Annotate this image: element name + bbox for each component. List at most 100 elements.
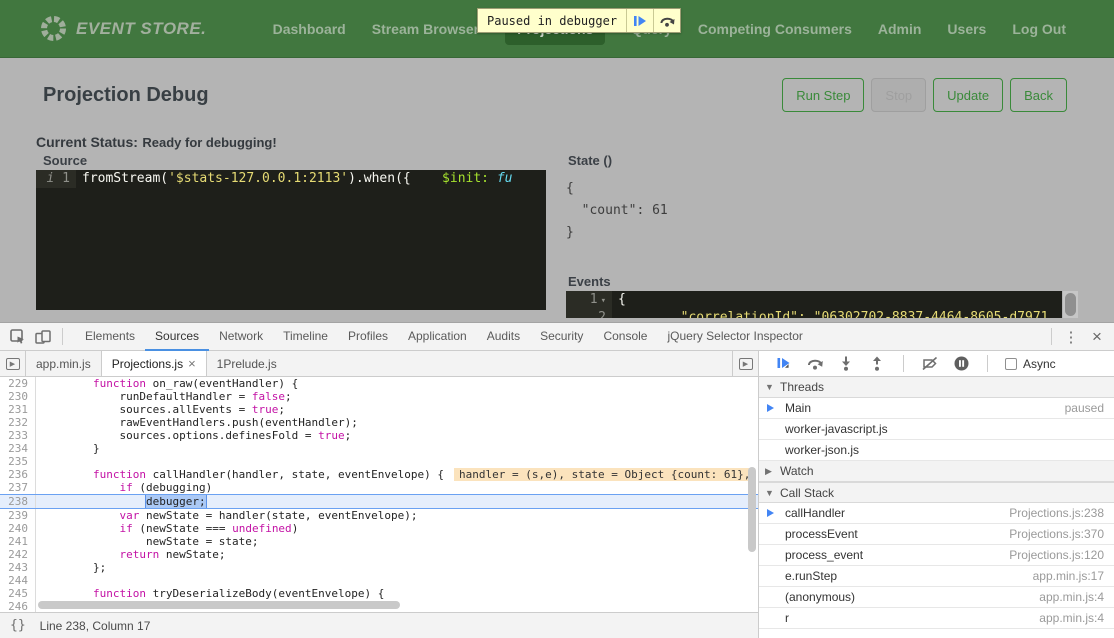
tab-timeline[interactable]: Timeline: [273, 323, 338, 351]
line-number[interactable]: 232: [0, 416, 36, 429]
events-scrollbar-thumb[interactable]: [1065, 293, 1076, 316]
line-number[interactable]: 240: [0, 522, 36, 535]
line-number[interactable]: 233: [0, 429, 36, 442]
step-over-button[interactable]: [804, 354, 826, 374]
stack-frame[interactable]: [759, 629, 1114, 638]
line-number[interactable]: 241: [0, 535, 36, 548]
fold-arrow-icon[interactable]: ▾: [601, 296, 606, 306]
event-store-logo[interactable]: EVENT STORE.: [40, 15, 206, 42]
nav-item-competing-consumers[interactable]: Competing Consumers: [698, 13, 852, 45]
line-number[interactable]: 239: [0, 509, 36, 522]
thread-row-worker-json-js[interactable]: worker-json.js: [759, 440, 1114, 461]
line-number[interactable]: 246: [0, 600, 36, 612]
stack-frame-e-runstep[interactable]: e.runStepapp.min.js:17: [759, 566, 1114, 587]
nav-item-admin[interactable]: Admin: [878, 13, 922, 45]
code-line-239[interactable]: 239 var newState = handler(state, eventE…: [0, 509, 758, 522]
code-line-232[interactable]: 232 rawEventHandlers.push(eventHandler);: [0, 416, 758, 429]
step-into-button[interactable]: [835, 354, 857, 374]
code-line-233[interactable]: 233 sources.options.definesFold = true;: [0, 429, 758, 442]
tab-jquery-selector-inspector[interactable]: jQuery Selector Inspector: [657, 323, 812, 351]
devtools-tabs: ElementsSourcesNetworkTimelineProfilesAp…: [75, 323, 813, 351]
stack-frame-callhandler[interactable]: callHandlerProjections.js:238: [759, 503, 1114, 524]
nav-item-dashboard[interactable]: Dashboard: [273, 13, 346, 45]
tab-application[interactable]: Application: [398, 323, 477, 351]
step-out-button[interactable]: [866, 354, 888, 374]
banner-resume-button[interactable]: [626, 9, 653, 32]
source-code-editor[interactable]: i 1 fromStream('$stats-127.0.0.1:2113').…: [36, 170, 546, 310]
stack-frame-process-event[interactable]: process_eventProjections.js:120: [759, 545, 1114, 566]
code-line-240[interactable]: 240 if (newState === undefined): [0, 522, 758, 535]
threads-section-header[interactable]: ▼ Threads: [759, 377, 1114, 398]
line-number[interactable]: 242: [0, 548, 36, 561]
line-number[interactable]: 243: [0, 561, 36, 574]
code-vertical-scrollbar[interactable]: [748, 467, 756, 552]
code-horizontal-scrollbar[interactable]: [38, 601, 400, 609]
nav-item-users[interactable]: Users: [947, 13, 986, 45]
banner-step-over-button[interactable]: [653, 9, 680, 32]
pause-on-exceptions-button[interactable]: [950, 354, 972, 374]
back-button[interactable]: Back: [1010, 78, 1067, 112]
tab-security[interactable]: Security: [530, 323, 593, 351]
file-tab-app-min-js[interactable]: app.min.js: [26, 351, 101, 376]
device-toolbar-button[interactable]: [30, 325, 56, 349]
devtools-close-icon[interactable]: ×: [1084, 325, 1110, 349]
events-scrollbar[interactable]: [1063, 291, 1078, 318]
tab-sources[interactable]: Sources: [145, 323, 209, 351]
inspect-element-button[interactable]: [4, 325, 30, 349]
events-gutter-line1: 1▾: [566, 291, 612, 309]
file-tab-1prelude-js[interactable]: 1Prelude.js: [207, 351, 287, 376]
stack-frame-processevent[interactable]: processEventProjections.js:370: [759, 524, 1114, 545]
code-line-236[interactable]: 236 function callHandler(handler, state,…: [0, 468, 758, 481]
code-line-230[interactable]: 230 runDefaultHandler = false;: [0, 390, 758, 403]
line-number[interactable]: 234: [0, 442, 36, 455]
stack-frame-anonymous[interactable]: (anonymous)app.min.js:4: [759, 587, 1114, 608]
code-line-242[interactable]: 242 return newState;: [0, 548, 758, 561]
thread-row-main[interactable]: Mainpaused: [759, 398, 1114, 419]
run-step-button[interactable]: Run Step: [782, 78, 864, 112]
code-line-234[interactable]: 234 }: [0, 442, 758, 455]
nav-item-log-out[interactable]: Log Out: [1012, 13, 1066, 45]
code-editor[interactable]: 229 function on_raw(eventHandler) {230 r…: [0, 377, 758, 612]
line-number[interactable]: 231: [0, 403, 36, 416]
file-tab-projections-js[interactable]: Projections.js×: [101, 351, 207, 376]
line-number[interactable]: 237: [0, 481, 36, 494]
code-line-237[interactable]: 237 if (debugging): [0, 481, 758, 494]
code-line-235[interactable]: 235: [0, 455, 758, 468]
deactivate-breakpoints-button[interactable]: [919, 354, 941, 374]
thread-row-worker-javascript-js[interactable]: worker-javascript.js: [759, 419, 1114, 440]
line-number[interactable]: 244: [0, 574, 36, 587]
navigator-toggle-button[interactable]: ▶: [0, 351, 26, 376]
code-text: };: [36, 561, 758, 574]
code-line-245[interactable]: 245 function tryDeserializeBody(eventEnv…: [0, 587, 758, 600]
line-number[interactable]: 238: [0, 495, 36, 508]
pretty-print-button[interactable]: {}: [10, 618, 26, 633]
line-number[interactable]: 235: [0, 455, 36, 468]
code-line-241[interactable]: 241 newState = state;: [0, 535, 758, 548]
tab-elements[interactable]: Elements: [75, 323, 145, 351]
line-number[interactable]: 236: [0, 468, 36, 481]
line-number[interactable]: 229: [0, 377, 36, 390]
close-file-icon[interactable]: ×: [188, 356, 196, 371]
watch-section-header[interactable]: ▶ Watch: [759, 461, 1114, 482]
stack-frame-r[interactable]: rapp.min.js:4: [759, 608, 1114, 629]
callstack-section-header[interactable]: ▼ Call Stack: [759, 482, 1114, 503]
tab-console[interactable]: Console: [593, 323, 657, 351]
events-editor[interactable]: 1▾ { 2 "correlationId": "06302702-8837-4…: [566, 291, 1062, 318]
nav-item-stream-browser[interactable]: Stream Browser: [372, 13, 479, 45]
async-toggle[interactable]: Async: [1005, 357, 1056, 371]
code-line-231[interactable]: 231 sources.allEvents = true;: [0, 403, 758, 416]
async-checkbox[interactable]: [1005, 358, 1017, 370]
code-line-238[interactable]: 238 debugger;: [0, 494, 758, 509]
tab-profiles[interactable]: Profiles: [338, 323, 398, 351]
tab-network[interactable]: Network: [209, 323, 273, 351]
update-button[interactable]: Update: [933, 78, 1003, 112]
line-number[interactable]: 245: [0, 587, 36, 600]
debugger-pane-toggle-button[interactable]: ▶: [732, 351, 758, 376]
code-line-229[interactable]: 229 function on_raw(eventHandler) {: [0, 377, 758, 390]
code-line-243[interactable]: 243 };: [0, 561, 758, 574]
line-number[interactable]: 230: [0, 390, 36, 403]
code-line-244[interactable]: 244: [0, 574, 758, 587]
tab-audits[interactable]: Audits: [477, 323, 530, 351]
devtools-menu-icon[interactable]: ⋮: [1058, 325, 1084, 349]
resume-script-button[interactable]: [773, 354, 795, 374]
